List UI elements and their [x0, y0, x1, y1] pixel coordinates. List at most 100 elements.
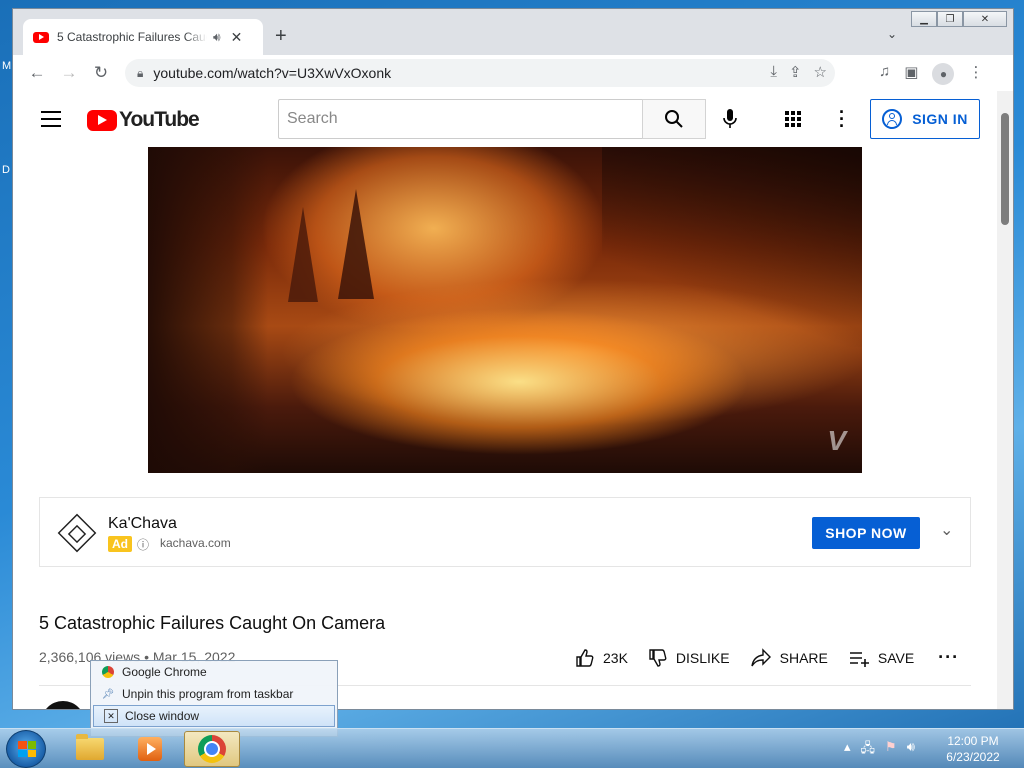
- clock-date: 6/23/2022: [946, 750, 1000, 764]
- reload-icon[interactable]: ↻: [85, 63, 117, 83]
- clock-time: 12:00 PM: [947, 734, 999, 748]
- window-controls: ▁ ❐ ✕: [911, 11, 1007, 27]
- save-label: SAVE: [877, 649, 915, 666]
- sign-in-label: SIGN IN: [912, 111, 968, 127]
- folder-icon: [76, 734, 104, 760]
- hamburger-menu-icon[interactable]: [41, 111, 61, 132]
- youtube-page: YouTube Search · · · SIGN IN V Ka'Chava …: [13, 91, 999, 709]
- system-tray: ▴ 🖧︎ ⚑ 🔊︎: [844, 739, 915, 761]
- channel-watermark[interactable]: V: [827, 425, 846, 457]
- desktop-icon-label: D: [2, 164, 10, 176]
- taskbar: ▴ 🖧︎ ⚑ 🔊︎ 12:00 PM 6/23/2022: [0, 728, 1024, 768]
- browser-toolbar: ← → ↻ 🔒︎ youtube.com/watch?v=U3XwVxOxonk…: [13, 55, 1013, 91]
- dislike-label: DISLIKE: [675, 649, 730, 666]
- chrome-window: 5 Catastrophic Failures Caught On Camera…: [12, 8, 1014, 710]
- network-icon[interactable]: 🖧︎: [861, 739, 876, 761]
- share-arrow-icon: [750, 647, 771, 666]
- taskbar-explorer[interactable]: [62, 731, 118, 767]
- browser-tab[interactable]: 5 Catastrophic Failures Caught On Camera…: [23, 19, 263, 55]
- jumplist-item-label: Unpin this program from taskbar: [122, 687, 294, 701]
- share-button[interactable]: SHARE: [750, 647, 828, 668]
- apps-grid-icon[interactable]: [785, 111, 801, 127]
- side-panel-icon[interactable]: ▣: [904, 63, 918, 85]
- minimize-button[interactable]: ▁: [911, 11, 937, 27]
- jumplist-item-label: Google Chrome: [122, 665, 207, 679]
- channel-avatar[interactable]: [41, 701, 85, 709]
- shop-now-button[interactable]: SHOP NOW: [812, 517, 920, 549]
- tab-close-icon[interactable]: ✕: [231, 29, 243, 46]
- ad-domain: kachava.com: [160, 536, 231, 550]
- chevron-down-icon[interactable]: ⌄: [940, 520, 953, 540]
- more-actions-icon[interactable]: ···: [938, 647, 959, 668]
- share-page-icon[interactable]: ⇪: [789, 63, 802, 81]
- youtube-play-icon: [87, 109, 117, 131]
- search-icon: [665, 110, 683, 128]
- video-actions: 23K DISLIKE SHARE SAVE ···: [575, 647, 959, 668]
- jumplist-item-open-chrome[interactable]: Google Chrome: [91, 661, 337, 683]
- youtube-logo-text: YouTube: [119, 108, 200, 131]
- toolbar-right: ♫ ▣ ● ⋮: [879, 63, 983, 85]
- start-button[interactable]: [6, 730, 46, 768]
- jumplist-item-close-window[interactable]: ✕ Close window: [93, 705, 335, 727]
- profile-avatar-icon[interactable]: ●: [932, 63, 955, 85]
- speaker-icon[interactable]: 🔊︎: [213, 30, 221, 45]
- close-window-icon: ✕: [104, 709, 118, 723]
- settings-more-icon[interactable]: · · ·: [839, 103, 845, 135]
- jumplist-item-unpin[interactable]: 📌︎ Unpin this program from taskbar: [91, 683, 337, 705]
- clock[interactable]: 12:00 PM 6/23/2022: [940, 733, 1006, 765]
- taskbar-chrome[interactable]: [184, 731, 240, 767]
- like-button[interactable]: 23K: [575, 648, 628, 668]
- share-label: SHARE: [779, 649, 828, 666]
- youtube-favicon-icon: [33, 31, 49, 43]
- search-input[interactable]: Search: [278, 99, 643, 139]
- search-button[interactable]: [642, 99, 706, 139]
- close-button[interactable]: ✕: [963, 11, 1007, 27]
- account-icon: [882, 109, 903, 129]
- info-icon[interactable]: ⓘ: [137, 536, 149, 553]
- video-player[interactable]: V: [148, 147, 862, 473]
- lock-icon[interactable]: 🔒︎: [137, 66, 143, 81]
- taskbar-media-player[interactable]: [122, 731, 178, 767]
- save-button[interactable]: SAVE: [848, 648, 914, 668]
- new-tab-button[interactable]: +: [275, 25, 287, 48]
- playlist-add-icon: [849, 651, 869, 667]
- tab-title: 5 Catastrophic Failures Caught On Camera: [57, 30, 207, 44]
- dislike-button[interactable]: DISLIKE: [648, 648, 730, 668]
- tab-search-chevron-icon[interactable]: ⌄: [887, 27, 897, 41]
- kachava-logo-icon: [57, 513, 97, 553]
- tab-strip: 5 Catastrophic Failures Caught On Camera…: [13, 9, 1013, 55]
- install-app-icon[interactable]: ⤓: [770, 63, 777, 81]
- ad-banner[interactable]: Ka'Chava Ad ⓘ kachava.com SHOP NOW ⌄: [39, 497, 971, 567]
- ad-brand: Ka'Chava: [108, 515, 177, 532]
- address-bar[interactable]: 🔒︎ youtube.com/watch?v=U3XwVxOxonk ⤓ ⇪ ☆: [125, 59, 835, 87]
- chrome-menu-icon[interactable]: ⋮: [968, 63, 983, 85]
- show-hidden-icons-icon[interactable]: ▴: [844, 739, 851, 761]
- media-controls-icon[interactable]: ♫: [879, 63, 890, 85]
- taskbar-jump-list: Google Chrome 📌︎ Unpin this program from…: [90, 660, 338, 737]
- volume-icon[interactable]: 🔊︎: [907, 739, 915, 761]
- video-title: 5 Catastrophic Failures Caught On Camera: [39, 613, 386, 633]
- jumplist-item-label: Close window: [125, 709, 200, 723]
- thumbs-down-icon: [649, 648, 667, 667]
- ad-badge: Ad: [108, 536, 132, 552]
- youtube-header: YouTube Search · · · SIGN IN: [13, 91, 999, 147]
- bookmark-star-icon[interactable]: ☆: [814, 63, 827, 81]
- desktop-icon-label: M: [2, 60, 12, 72]
- media-player-icon: [138, 737, 162, 761]
- url-text: youtube.com/watch?v=U3XwVxOxonk: [153, 65, 392, 81]
- back-arrow-icon[interactable]: ←: [21, 63, 53, 83]
- youtube-logo[interactable]: YouTube: [87, 108, 200, 132]
- windows-logo-icon: [18, 741, 36, 757]
- page-scrollbar[interactable]: [997, 91, 1013, 709]
- chrome-icon: [198, 735, 226, 763]
- maximize-button[interactable]: ❐: [937, 11, 963, 27]
- forward-arrow-icon[interactable]: →: [53, 63, 85, 83]
- microphone-icon[interactable]: [723, 109, 737, 134]
- like-count: 23K: [603, 649, 628, 666]
- action-center-icon[interactable]: ⚑: [885, 739, 897, 761]
- omnibox-actions: ⤓ ⇪ ☆: [770, 63, 827, 81]
- thumbs-up-icon: [576, 648, 594, 667]
- scrollbar-thumb[interactable]: [1001, 113, 1009, 225]
- sign-in-button[interactable]: SIGN IN: [870, 99, 980, 139]
- pin-icon: 📌︎: [101, 688, 115, 700]
